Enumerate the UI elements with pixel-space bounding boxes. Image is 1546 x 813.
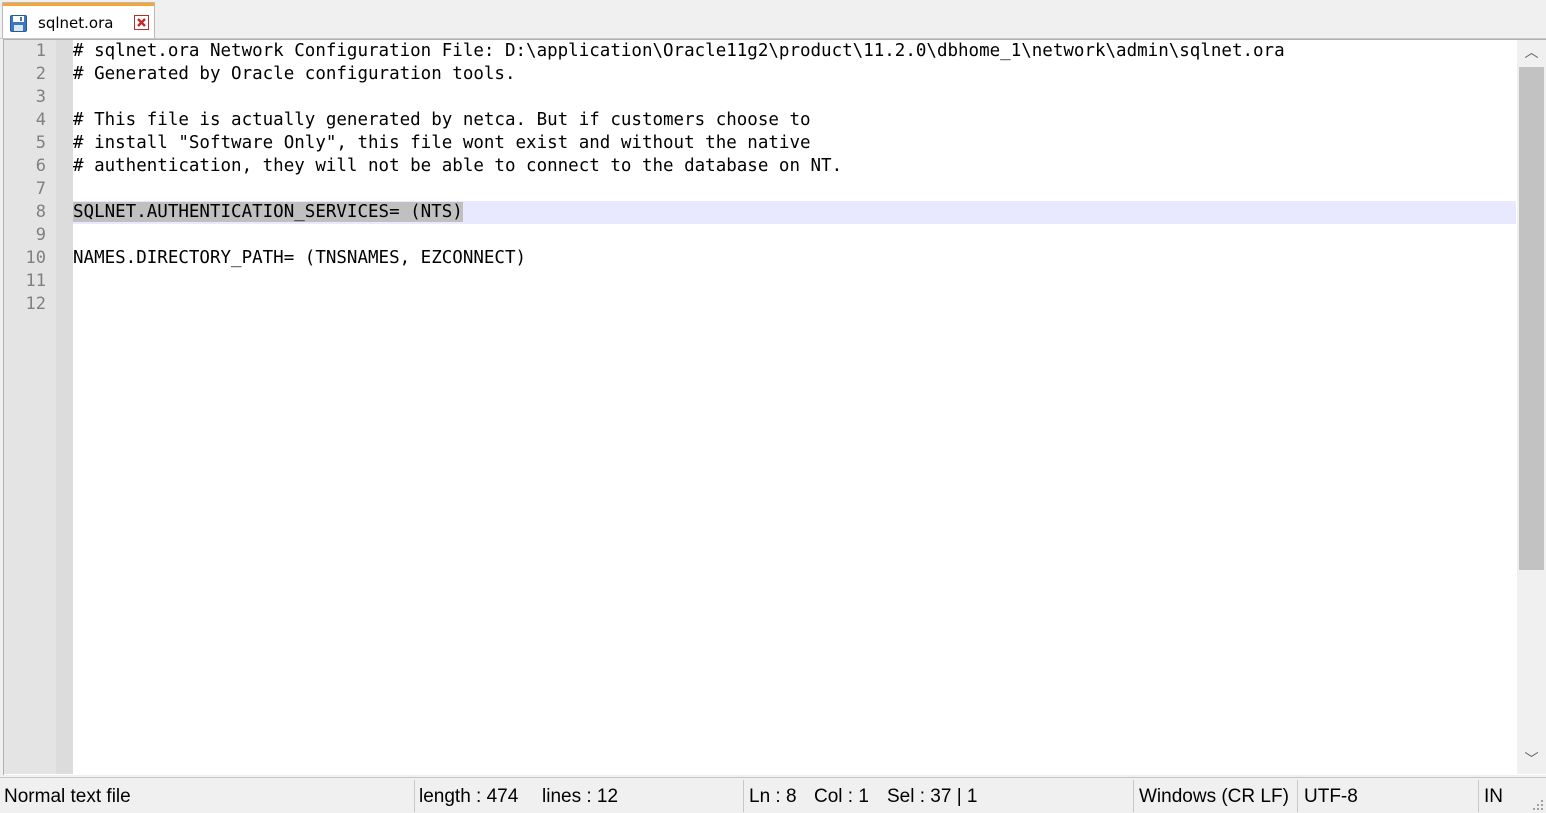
status-insert-mode[interactable]: IN: [1484, 786, 1503, 808]
status-ln: Ln : 8: [749, 786, 797, 807]
save-icon: [10, 15, 27, 32]
code-line[interactable]: # Generated by Oracle configuration tool…: [73, 63, 1516, 86]
status-bar: Normal text file length : 474 lines : 12…: [0, 777, 1546, 813]
scroll-down-arrow-icon[interactable]: ﹀: [1517, 747, 1546, 774]
text-editor[interactable]: 1 2 3 4 5 6 7 8 9 10 11 12 # sqlnet.ora …: [3, 39, 1546, 775]
status-encoding[interactable]: UTF-8: [1304, 786, 1358, 808]
code-line-current[interactable]: SQLNET.AUTHENTICATION_SERVICES= (NTS): [73, 201, 1516, 224]
tab-bar: sqlnet.ora: [0, 0, 1546, 39]
line-number: 4: [35, 110, 46, 130]
status-divider: [743, 780, 744, 812]
code-line[interactable]: # authentication, they will not be able …: [73, 155, 1516, 178]
status-lines: lines : 12: [542, 786, 619, 807]
code-line[interactable]: [73, 224, 1516, 247]
resize-grip-icon[interactable]: [1532, 799, 1544, 811]
status-divider: [414, 780, 415, 812]
tab-sqlnet-ora[interactable]: sqlnet.ora: [2, 2, 155, 38]
line-number: 7: [35, 179, 46, 199]
code-line[interactable]: # sqlnet.ora Network Configuration File:…: [73, 40, 1516, 63]
line-number: 5: [35, 133, 46, 153]
line-number: 2: [35, 64, 46, 84]
code-line[interactable]: [73, 270, 1516, 293]
line-number: 1: [35, 41, 46, 61]
line-number: 9: [35, 225, 46, 245]
line-number: 6: [35, 156, 46, 176]
line-number-gutter: 1 2 3 4 5 6 7 8 9 10 11 12: [4, 40, 73, 774]
line-number: 10: [25, 248, 46, 268]
code-line[interactable]: [73, 293, 1516, 316]
line-number: 11: [25, 271, 46, 291]
scroll-thumb[interactable]: [1519, 67, 1544, 570]
code-area[interactable]: # sqlnet.ora Network Configuration File:…: [73, 40, 1516, 774]
fold-margin[interactable]: [56, 40, 73, 774]
status-eol[interactable]: Windows (CR LF): [1139, 786, 1289, 808]
code-line[interactable]: # This file is actually generated by net…: [73, 109, 1516, 132]
vertical-scrollbar[interactable]: ︿ ﹀: [1517, 40, 1546, 774]
status-divider: [1297, 780, 1298, 812]
status-divider: [1478, 780, 1479, 812]
selected-text[interactable]: SQLNET.AUTHENTICATION_SERVICES= (NTS): [73, 202, 463, 222]
code-line[interactable]: [73, 86, 1516, 109]
tab-active-indicator: [3, 3, 154, 6]
close-icon[interactable]: [134, 15, 149, 30]
line-number: 8: [35, 202, 46, 222]
scroll-up-arrow-icon[interactable]: ︿: [1517, 40, 1546, 67]
status-divider: [1133, 780, 1134, 812]
status-file-type: Normal text file: [4, 786, 131, 807]
status-length: length : 474: [419, 786, 519, 807]
code-line[interactable]: [73, 178, 1516, 201]
status-sel: Sel : 37 | 1: [887, 786, 978, 807]
code-line[interactable]: # install "Software Only", this file won…: [73, 132, 1516, 155]
code-line[interactable]: NAMES.DIRECTORY_PATH= (TNSNAMES, EZCONNE…: [73, 247, 1516, 270]
line-number: 12: [25, 294, 46, 314]
tab-label: sqlnet.ora: [38, 14, 114, 32]
status-col: Col : 1: [814, 786, 869, 807]
line-number: 3: [35, 87, 46, 107]
